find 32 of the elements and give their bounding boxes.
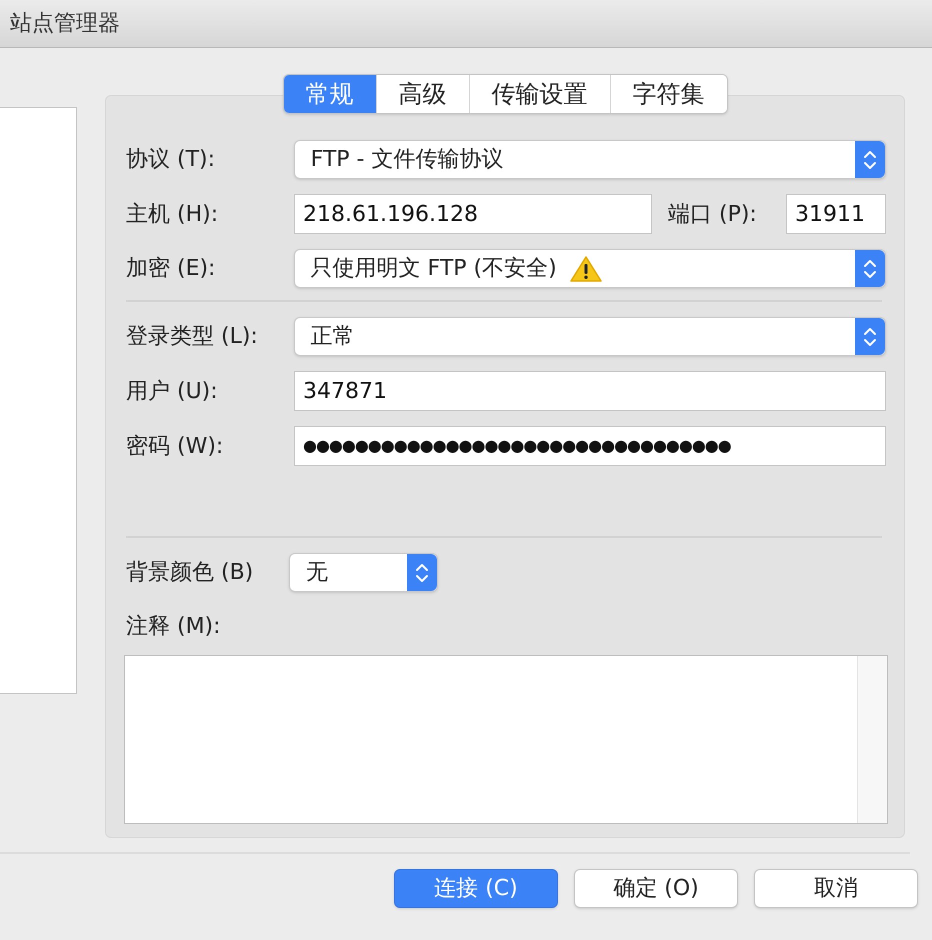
dialog-button[interactable]: 连接 (C) [394, 869, 558, 908]
field-label: 注释 (M): [126, 613, 222, 641]
dialog-button[interactable]: 确定 (O) [574, 869, 738, 908]
warning-icon [568, 254, 603, 282]
tab[interactable]: 高级 [376, 75, 468, 113]
site-list[interactable] [0, 107, 77, 694]
tab[interactable]: 字符集 [610, 75, 726, 113]
tab[interactable]: 常规 [284, 75, 376, 113]
dialog-button[interactable]: 取消 [754, 869, 918, 908]
field-label: 主机 (H): [126, 200, 220, 228]
dropdown[interactable]: 正常 [294, 317, 886, 356]
comments-field[interactable] [124, 655, 888, 824]
tab[interactable]: 传输设置 [468, 75, 610, 113]
stepper-icon [863, 258, 877, 280]
field-label: 背景颜色 (B) [126, 559, 254, 587]
stepper-icon [863, 326, 877, 348]
host-field[interactable]: 218.61.196.128 [294, 194, 652, 234]
text-field[interactable]: 347871 [294, 371, 886, 411]
stepper-icon [415, 562, 429, 584]
field-label: 密码 (W): [126, 432, 224, 460]
field-label: 加密 (E): [126, 255, 216, 283]
field-label: 用户 (U): [126, 378, 219, 406]
password-field[interactable]: ●●●●●●●●●●●●●●●●●●●●●●●●●●●●●●●●● [294, 426, 886, 466]
window-title: 站点管理器 [10, 10, 120, 38]
dropdown[interactable]: 只使用明文 FTP (不安全) [294, 249, 886, 288]
field-label: 协议 (T): [126, 146, 216, 174]
field-label: 登录类型 (L): [126, 323, 259, 351]
dropdown[interactable]: FTP - 文件传输协议 [294, 140, 886, 179]
port-field[interactable]: 31911 [786, 194, 886, 234]
field-label: 端口 (P): [668, 200, 758, 228]
stepper-icon [863, 148, 877, 170]
color-dropdown[interactable]: 无 [289, 553, 438, 592]
